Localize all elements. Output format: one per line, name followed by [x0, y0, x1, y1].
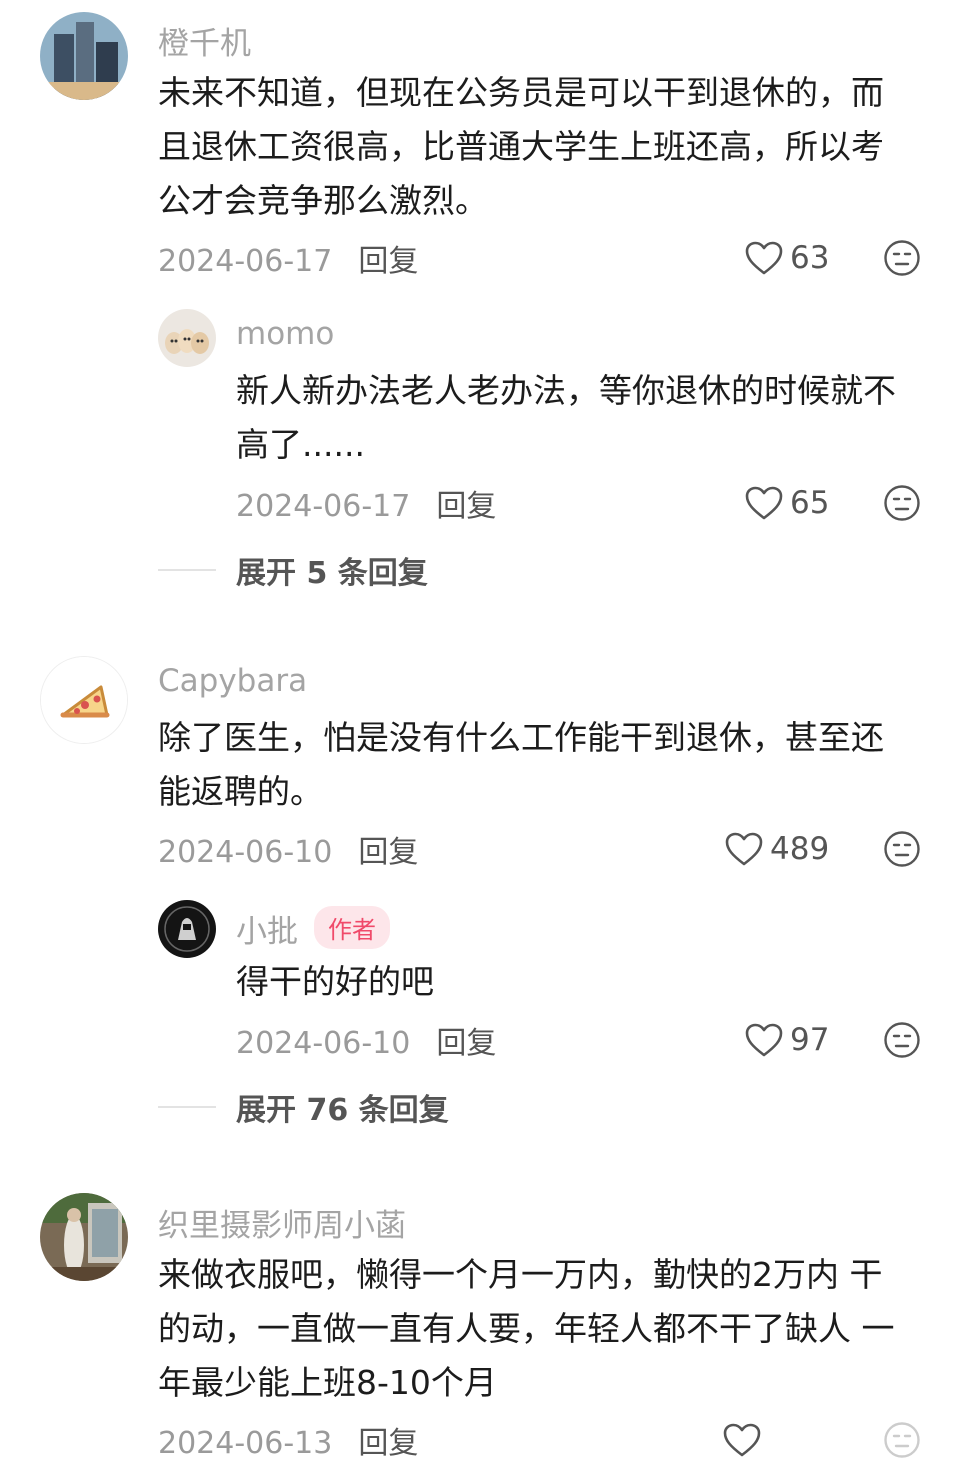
- neutral-face-icon[interactable]: [883, 239, 921, 277]
- reply-text: 新人新办法老人老办法，等你退休的时候就不 高了......: [236, 364, 926, 472]
- heart-outline-icon: [745, 241, 783, 275]
- reply-button[interactable]: 回复: [358, 1426, 418, 1461]
- reply-button[interactable]: 回复: [436, 489, 496, 524]
- avatar[interactable]: [158, 900, 216, 958]
- expand-replies-button[interactable]: 展开 5 条回复: [158, 548, 428, 592]
- like-button[interactable]: [722, 1418, 762, 1462]
- comment-line: 得干的好的吧: [236, 962, 434, 1001]
- username[interactable]: momo: [236, 316, 334, 352]
- comment-date: 2024-06-17: [236, 489, 411, 524]
- comment-meta: 2024-06-10 回复: [158, 827, 418, 871]
- neutral-face-icon[interactable]: [883, 830, 921, 868]
- comment-text: 未来不知道，但现在公务员是可以干到退休的，而 且退休工资很高，比普通大学生上班还…: [158, 66, 918, 228]
- heart-outline-icon: [745, 486, 783, 520]
- avatar[interactable]: [158, 309, 216, 367]
- like-count: 63: [790, 240, 830, 276]
- comment-line: 新人新办法老人老办法，等你退休的时候就不: [236, 371, 896, 410]
- username: 小批 作者: [236, 906, 390, 951]
- comment-line: 高了......: [236, 425, 365, 464]
- like-button[interactable]: 489: [724, 827, 829, 871]
- comment-date: 2024-06-13: [158, 1426, 333, 1461]
- author-badge: 作者: [314, 906, 390, 949]
- reply-button[interactable]: 回复: [358, 244, 418, 279]
- divider: [158, 1106, 216, 1108]
- comment-meta: 2024-06-10 回复: [236, 1018, 496, 1062]
- like-count: 489: [770, 831, 830, 867]
- comment-date: 2024-06-10: [158, 835, 333, 870]
- reply-button[interactable]: 回复: [436, 1026, 496, 1061]
- like-count: 97: [790, 1022, 830, 1058]
- divider: [158, 569, 216, 571]
- comment-text: 除了医生，怕是没有什么工作能干到退休，甚至还 能返聘的。: [158, 711, 918, 819]
- comment-meta: 2024-06-13 回复: [158, 1418, 418, 1462]
- avatar[interactable]: [40, 1193, 128, 1281]
- heart-outline-icon: [723, 1423, 761, 1457]
- comment-text: 来做衣服吧，懒得一个月一万内，勤快的2万内 干 的动，一直做一直有人要，年轻人都…: [158, 1248, 938, 1410]
- watermark-overlay: [760, 1420, 950, 1458]
- username-text[interactable]: 小批: [236, 914, 298, 950]
- like-button[interactable]: 97: [744, 1018, 829, 1062]
- avatar[interactable]: [40, 12, 128, 100]
- comment-date: 2024-06-10: [236, 1026, 411, 1061]
- comment-line: 除了医生，怕是没有什么工作能干到退休，甚至还: [158, 718, 884, 757]
- reply-text: 得干的好的吧: [236, 955, 926, 1009]
- comment-date: 2024-06-17: [158, 244, 333, 279]
- comment-line: 公才会竞争那么激烈。: [158, 181, 488, 220]
- heart-outline-icon: [745, 1023, 783, 1057]
- expand-replies-button[interactable]: 展开 76 条回复: [158, 1085, 449, 1129]
- comment-meta: 2024-06-17 回复: [158, 236, 418, 280]
- neutral-face-icon[interactable]: [883, 484, 921, 522]
- like-count: 65: [790, 485, 830, 521]
- comment-line: 的动，一直做一直有人要，年轻人都不干了缺人 一: [158, 1309, 895, 1348]
- comment-meta: 2024-06-17 回复: [236, 481, 496, 525]
- comment-line: 能返聘的。: [158, 772, 323, 811]
- comment-line: 且退休工资很高，比普通大学生上班还高，所以考: [158, 127, 884, 166]
- like-button[interactable]: 65: [744, 481, 829, 525]
- comment-line: 未来不知道，但现在公务员是可以干到退休的，而: [158, 73, 884, 112]
- comment-line: 来做衣服吧，懒得一个月一万内，勤快的2万内 干: [158, 1255, 883, 1294]
- expand-replies-label: 展开 5 条回复: [236, 556, 428, 591]
- avatar[interactable]: [40, 656, 128, 744]
- heart-outline-icon: [725, 832, 763, 866]
- comment-line: 年最少能上班8-10个月: [158, 1363, 497, 1402]
- username[interactable]: Capybara: [158, 663, 307, 699]
- username[interactable]: 橙千机: [158, 18, 251, 63]
- neutral-face-icon[interactable]: [883, 1021, 921, 1059]
- reply-button[interactable]: 回复: [358, 835, 418, 870]
- username[interactable]: 织里摄影师周小菡: [158, 1200, 406, 1245]
- like-button[interactable]: 63: [744, 236, 829, 280]
- expand-replies-label: 展开 76 条回复: [236, 1093, 449, 1128]
